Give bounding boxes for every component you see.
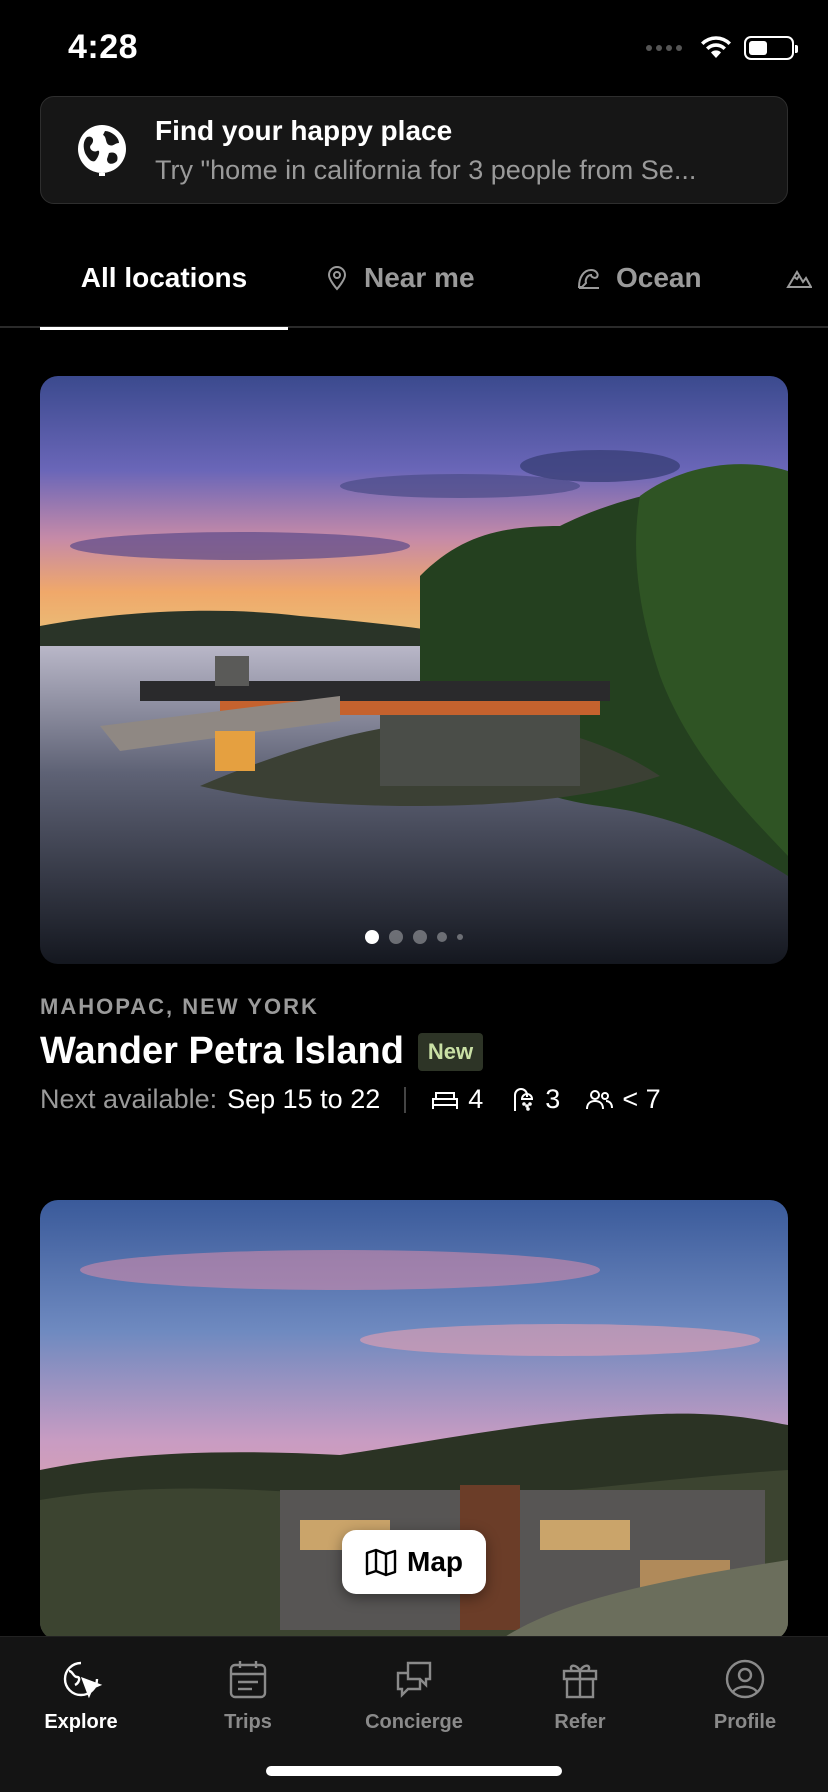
nav-explore[interactable]: Explore [6, 1657, 156, 1734]
tab-all-locations[interactable]: All locations [40, 228, 288, 330]
nav-label: Explore [44, 1711, 118, 1733]
listing-location: MAHOPAC, NEW YORK [40, 994, 319, 1019]
map-icon [365, 1548, 397, 1577]
guest-count: < 7 [622, 1084, 661, 1114]
status-time: 4:28 [68, 28, 139, 66]
photo-pagination [40, 930, 788, 944]
nav-label: Refer [554, 1711, 606, 1733]
availability-dates: Sep 15 to 22 [227, 1084, 381, 1114]
meta-divider [404, 1086, 407, 1113]
ocean-wave-icon [577, 268, 599, 289]
tab-label: Ocean [616, 262, 702, 293]
nav-label: Profile [713, 1711, 777, 1733]
calendar-icon [229, 1661, 267, 1699]
chat-bubbles-icon [396, 1661, 432, 1698]
gift-icon [562, 1664, 598, 1699]
mountain-icon [786, 270, 812, 288]
status-icons [646, 36, 798, 60]
listing-image [40, 376, 788, 964]
nav-trips[interactable]: Trips [173, 1657, 323, 1734]
search-bar[interactable]: Find your happy place Try "home in calif… [40, 96, 788, 204]
listing-meta: Next available: Sep 15 to 22 4 3 < 7 [40, 1084, 675, 1115]
nav-label: Trips [224, 1711, 272, 1733]
nav-refer[interactable]: Refer [505, 1657, 655, 1734]
search-title: Find your happy place [155, 114, 453, 146]
user-circle-icon [725, 1659, 765, 1699]
search-placeholder: Try "home in california for 3 people fro… [155, 154, 697, 185]
globe-icon [78, 125, 126, 176]
nav-label: Concierge [365, 1711, 463, 1733]
nav-concierge[interactable]: Concierge [339, 1657, 489, 1734]
category-tabs: All locations Near me Ocean [0, 228, 828, 330]
explore-icon [63, 1661, 103, 1699]
map-button[interactable]: Map [342, 1530, 486, 1594]
bedroom-count: 4 [468, 1084, 484, 1114]
tab-label: Near me [364, 262, 475, 293]
map-button-label: Map [407, 1546, 463, 1577]
tab-ocean[interactable]: Ocean [576, 228, 702, 328]
listing-name[interactable]: Wander Petra Island [40, 1030, 404, 1073]
shower-icon [514, 1087, 534, 1111]
listing-name-row: Wander Petra Island New [40, 1030, 484, 1073]
bed-icon [432, 1091, 459, 1109]
nav-profile[interactable]: Profile [670, 1657, 820, 1734]
location-pin-icon [327, 266, 347, 291]
status-bar: 4:28 [0, 0, 828, 96]
tab-near-me[interactable]: Near me [324, 228, 475, 328]
battery-icon [744, 36, 798, 60]
tab-mountains[interactable] [786, 228, 812, 328]
bathroom-count: 3 [545, 1084, 561, 1114]
guests-icon [586, 1089, 614, 1109]
wifi-icon [701, 36, 731, 58]
home-indicator[interactable] [266, 1766, 562, 1776]
new-badge: New [417, 1032, 484, 1071]
listing-photo[interactable] [40, 376, 788, 964]
cellular-signal-icon [646, 45, 682, 51]
availability-label: Next available: [40, 1084, 218, 1114]
tab-label: All locations [80, 262, 248, 293]
